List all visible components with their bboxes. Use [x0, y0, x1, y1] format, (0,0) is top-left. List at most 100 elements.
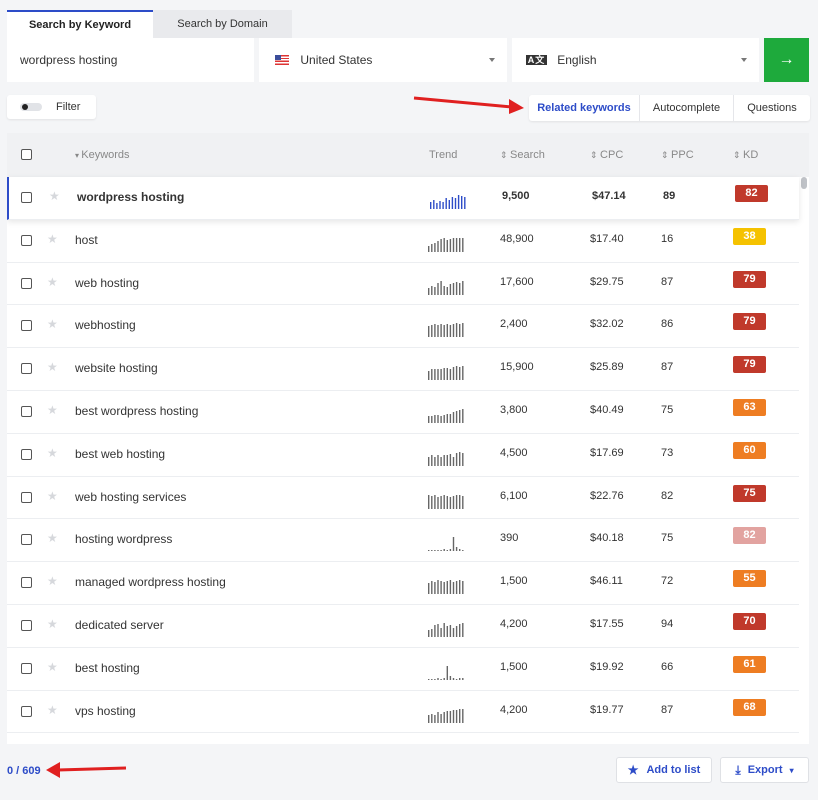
trend-bar — [437, 711, 439, 723]
keyword-text[interactable]: web hosting — [75, 276, 139, 290]
us-flag-icon — [275, 55, 290, 65]
kd-badge: 61 — [733, 655, 766, 673]
keyword-input[interactable] — [7, 38, 255, 82]
table-row[interactable]: ★ best hosting 1,500 $19.92 66 61 — [7, 648, 799, 691]
row-checkbox[interactable] — [21, 662, 32, 674]
row-checkbox[interactable] — [21, 192, 32, 203]
trend-bar — [437, 677, 439, 680]
star-icon[interactable]: ★ — [47, 232, 58, 246]
row-checkbox[interactable] — [21, 491, 32, 503]
table-row[interactable]: ★ dedicated server 4,200 $17.55 94 70 — [7, 605, 799, 648]
trend-bar — [462, 708, 464, 723]
column-keywords[interactable]: ▾ Keywords — [75, 149, 130, 161]
table-row[interactable]: ★ hosting wordpress 390 $40.18 75 82 — [7, 519, 799, 563]
row-checkbox[interactable] — [21, 405, 32, 417]
search-go-button[interactable]: → — [764, 38, 809, 82]
star-icon[interactable]: ★ — [47, 617, 58, 631]
cpc-value: $40.18 — [590, 532, 624, 545]
location-select[interactable]: United States — [259, 38, 507, 82]
star-icon[interactable]: ★ — [47, 360, 58, 374]
column-search[interactable]: ⇕ Search — [500, 149, 545, 161]
keyword-text[interactable]: vps hosting — [75, 704, 136, 718]
row-checkbox[interactable] — [21, 577, 32, 589]
trend-bar — [452, 237, 455, 252]
row-checkbox[interactable] — [21, 363, 32, 375]
table-row[interactable]: ★ best web hosting 4,500 $17.69 73 60 — [7, 434, 799, 477]
trend-bar — [434, 624, 436, 637]
table-row[interactable]: ★ web hosting 17,600 $29.75 87 79 — [7, 263, 799, 306]
language-select[interactable]: A文 English — [511, 38, 760, 82]
tab-related-keywords[interactable]: Related keywords — [529, 95, 640, 121]
star-icon[interactable]: ★ — [47, 446, 58, 460]
tab-search-by-keyword[interactable]: Search by Keyword — [7, 10, 153, 38]
table-row[interactable]: ★ best wordpress hosting 3,800 $40.49 75 63 — [7, 391, 799, 434]
keywords-table: ▾ Keywords Trend ⇕ Search ⇕ CPC ⇕ PPC ⇕ … — [7, 133, 809, 744]
table-row[interactable]: ★ webhosting 2,400 $32.02 86 79 — [7, 305, 799, 349]
keyword-text[interactable]: managed wordpress hosting — [75, 575, 226, 589]
table-row[interactable]: ★ wordpress hosting 9,500 $47.14 89 82 — [7, 177, 799, 220]
cpc-value: $17.55 — [590, 617, 624, 630]
row-checkbox[interactable] — [21, 705, 32, 717]
add-to-list-button[interactable]: ★ Add to list — [616, 757, 712, 783]
trend-bar — [431, 243, 433, 252]
row-checkbox[interactable] — [21, 534, 32, 546]
keyword-text[interactable]: best web hosting — [75, 447, 165, 461]
star-icon[interactable]: ★ — [47, 574, 58, 588]
star-icon[interactable]: ★ — [47, 317, 58, 331]
trend-bar — [431, 628, 433, 637]
toggle-switch[interactable] — [20, 103, 42, 111]
keyword-text[interactable]: best hosting — [75, 661, 140, 675]
trend-bar — [459, 677, 461, 680]
tab-autocomplete[interactable]: Autocomplete — [640, 95, 734, 121]
trend-bar — [445, 198, 447, 209]
tab-questions[interactable]: Questions — [734, 95, 810, 121]
trend-bar — [440, 495, 442, 509]
trend-bar — [452, 495, 455, 509]
keyword-text[interactable]: hosting wordpress — [75, 532, 172, 546]
column-cpc[interactable]: ⇕ CPC — [590, 149, 623, 161]
star-icon[interactable]: ★ — [47, 660, 58, 674]
red-arrow-annotation-count — [46, 762, 127, 778]
column-ppc[interactable]: ⇕ PPC — [661, 149, 694, 161]
star-icon[interactable]: ★ — [47, 403, 58, 417]
trend-sparkline — [428, 366, 464, 381]
table-row[interactable]: ★ website hosting 15,900 $25.89 87 79 — [7, 348, 799, 391]
row-checkbox[interactable] — [21, 619, 32, 631]
keyword-text[interactable]: dedicated server — [75, 618, 164, 632]
trend-bar — [459, 708, 461, 723]
keyword-text[interactable]: website hosting — [75, 361, 158, 375]
star-icon[interactable]: ★ — [47, 531, 58, 545]
trend-bar — [452, 456, 455, 466]
trend-sparkline — [428, 622, 464, 637]
row-checkbox[interactable] — [21, 320, 32, 332]
trend-bar — [428, 456, 430, 466]
trend-bar — [455, 678, 458, 680]
table-row[interactable]: ★ vps hosting 4,200 $19.77 87 68 — [7, 691, 799, 734]
keyword-text[interactable]: web hosting services — [75, 490, 186, 504]
export-button[interactable]: ⤓ Export ▾ — [720, 757, 809, 783]
row-checkbox[interactable] — [21, 448, 32, 460]
select-all-checkbox[interactable] — [21, 149, 32, 160]
trend-bar — [449, 675, 452, 680]
filter-toggle[interactable]: Filter — [7, 95, 96, 119]
table-row[interactable]: ★ web hosting services 6,100 $22.76 82 75 — [7, 477, 799, 520]
trend-bar — [437, 325, 439, 338]
keyword-text[interactable]: best wordpress hosting — [75, 404, 198, 418]
row-checkbox[interactable] — [21, 277, 32, 289]
keyword-text[interactable]: wordpress hosting — [77, 190, 184, 204]
table-row[interactable]: ★ host 48,900 $17.40 16 38 — [7, 220, 799, 263]
star-icon[interactable]: ★ — [49, 189, 60, 203]
kd-badge: 63 — [733, 398, 766, 416]
row-checkbox[interactable] — [21, 234, 32, 246]
search-volume: 4,200 — [500, 617, 528, 630]
keyword-text[interactable]: webhosting — [75, 318, 136, 332]
star-icon[interactable]: ★ — [47, 703, 58, 717]
scrollbar[interactable] — [801, 177, 807, 189]
star-icon[interactable]: ★ — [47, 489, 58, 503]
column-kd[interactable]: ⇕ KD — [733, 149, 758, 161]
keyword-text[interactable]: host — [75, 233, 98, 247]
trend-bar — [455, 323, 458, 338]
tab-search-by-domain[interactable]: Search by Domain — [153, 10, 292, 38]
table-row[interactable]: ★ managed wordpress hosting 1,500 $46.11 72 5… — [7, 562, 799, 605]
star-icon[interactable]: ★ — [47, 275, 58, 289]
